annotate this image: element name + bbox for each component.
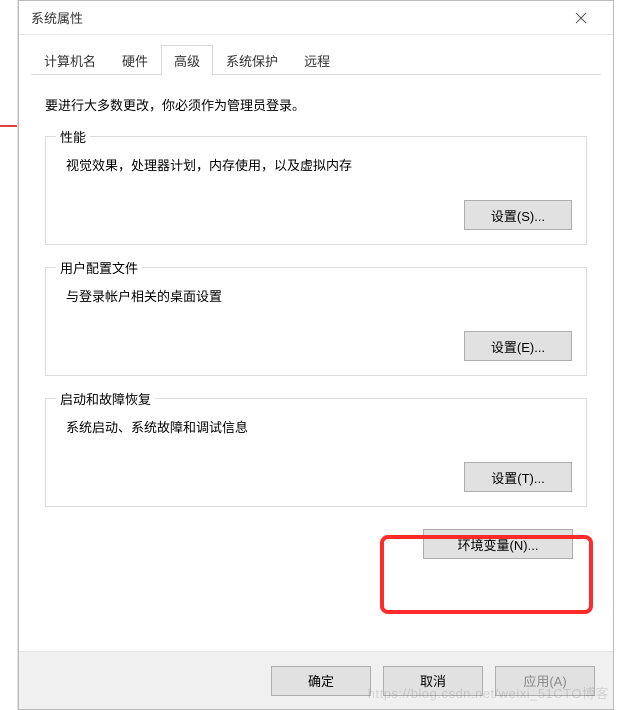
tab-strip: 计算机名 硬件 高级 系统保护 远程	[31, 47, 601, 75]
group-startup-title: 启动和故障恢复	[56, 389, 155, 408]
cancel-button[interactable]: 取消	[383, 666, 483, 696]
environment-variables-button[interactable]: 环境变量(N)...	[423, 529, 573, 559]
group-startup-desc: 系统启动、系统故障和调试信息	[66, 417, 572, 436]
performance-settings-button[interactable]: 设置(S)...	[464, 200, 572, 230]
group-profiles-desc: 与登录帐户相关的桌面设置	[66, 286, 572, 305]
startup-settings-button[interactable]: 设置(T)...	[464, 462, 572, 492]
tab-hardware[interactable]: 硬件	[109, 45, 161, 75]
ok-button[interactable]: 确定	[271, 666, 371, 696]
group-performance-title: 性能	[56, 127, 90, 146]
system-properties-dialog: 系统属性 计算机名 硬件 高级 系统保护 远程 要进行大多数更改，你必须作为管理…	[18, 0, 614, 710]
intro-text: 要进行大多数更改，你必须作为管理员登录。	[45, 95, 587, 114]
apply-button[interactable]: 应用(A)	[495, 666, 595, 696]
group-profiles-title: 用户配置文件	[56, 258, 142, 277]
group-performance: 性能 视觉效果，处理器计划，内存使用，以及虚拟内存 设置(S)...	[45, 136, 587, 245]
tab-advanced[interactable]: 高级	[161, 45, 213, 76]
group-performance-desc: 视觉效果，处理器计划，内存使用，以及虚拟内存	[66, 155, 572, 174]
titlebar: 系统属性	[19, 1, 613, 35]
dialog-footer: 确定 取消 应用(A)	[19, 651, 613, 709]
close-button[interactable]	[561, 4, 601, 32]
tab-system-protection[interactable]: 系统保护	[213, 45, 291, 75]
profiles-settings-button[interactable]: 设置(E)...	[464, 331, 572, 361]
tab-remote[interactable]: 远程	[291, 45, 343, 75]
window-title: 系统属性	[31, 8, 83, 27]
close-icon	[575, 12, 587, 24]
group-startup-recovery: 启动和故障恢复 系统启动、系统故障和调试信息 设置(T)...	[45, 398, 587, 507]
tab-computer-name[interactable]: 计算机名	[31, 45, 109, 75]
group-user-profiles: 用户配置文件 与登录帐户相关的桌面设置 设置(E)...	[45, 267, 587, 376]
